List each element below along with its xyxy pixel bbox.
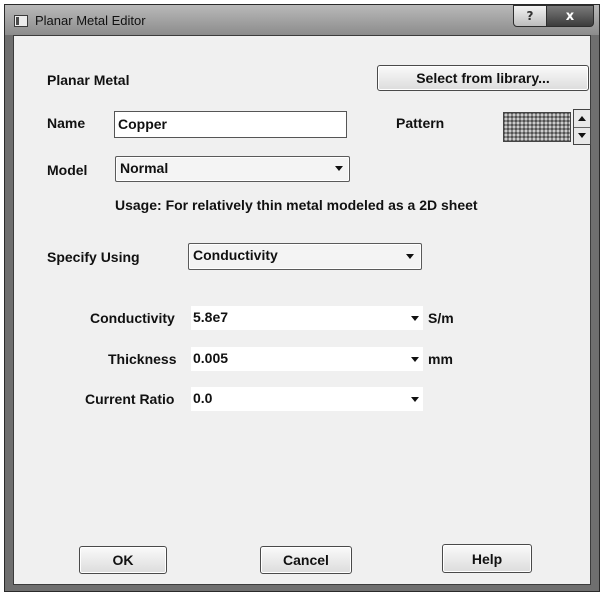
spin-up-icon xyxy=(578,116,586,121)
current-ratio-label: Current Ratio xyxy=(85,391,175,407)
conductivity-combo[interactable]: 5.8e7 xyxy=(191,306,423,330)
thickness-value: 0.005 xyxy=(193,350,229,366)
pattern-selector[interactable] xyxy=(503,109,591,145)
model-dropdown-value: Normal xyxy=(120,160,169,176)
chevron-down-icon xyxy=(411,397,419,402)
question-icon: ? xyxy=(526,9,534,23)
specify-using-value: Conductivity xyxy=(193,247,278,263)
ok-button[interactable]: OK xyxy=(79,546,167,574)
pattern-swatch[interactable] xyxy=(503,112,571,142)
conductivity-value: 5.8e7 xyxy=(193,309,229,325)
thickness-label: Thickness xyxy=(108,351,177,367)
name-input[interactable]: Copper xyxy=(114,111,347,138)
chevron-down-icon xyxy=(406,254,414,259)
select-from-library-button[interactable]: Select from library... xyxy=(377,65,589,91)
model-usage-text: Usage: For relatively thin metal modeled… xyxy=(115,197,478,213)
model-dropdown[interactable]: Normal xyxy=(115,156,350,182)
dialog-app-icon xyxy=(14,15,28,27)
spin-down-button[interactable] xyxy=(574,127,590,144)
name-label: Name xyxy=(47,115,86,131)
spin-up-button[interactable] xyxy=(574,110,590,128)
conductivity-label: Conductivity xyxy=(90,310,175,326)
title-help-button[interactable]: ? xyxy=(513,5,547,27)
help-button[interactable]: Help xyxy=(442,544,532,573)
pattern-spinner[interactable] xyxy=(573,109,591,145)
chevron-down-icon xyxy=(411,357,419,362)
specify-using-label: Specify Using xyxy=(47,249,140,265)
dialog-body: Planar Metal Select from library... Name… xyxy=(13,35,591,585)
pattern-label: Pattern xyxy=(396,115,445,131)
window-title: Planar Metal Editor xyxy=(35,13,146,28)
chevron-down-icon xyxy=(411,316,419,321)
thickness-combo[interactable]: 0.005 xyxy=(191,347,423,371)
model-label: Model xyxy=(47,162,88,178)
planar-metal-editor-window: Planar Metal Editor ? x Planar Metal Sel… xyxy=(4,4,600,592)
thickness-unit: mm xyxy=(428,351,453,367)
chevron-down-icon xyxy=(335,166,343,171)
title-close-button[interactable]: x xyxy=(546,5,594,27)
cancel-button[interactable]: Cancel xyxy=(260,546,352,574)
current-ratio-value: 0.0 xyxy=(193,390,213,406)
section-label-planar-metal: Planar Metal xyxy=(47,72,130,88)
current-ratio-combo[interactable]: 0.0 xyxy=(191,387,423,411)
specify-using-dropdown[interactable]: Conductivity xyxy=(188,243,422,270)
close-icon: x xyxy=(565,8,575,24)
title-bar[interactable]: Planar Metal Editor ? x xyxy=(5,5,599,35)
conductivity-unit: S/m xyxy=(428,310,454,326)
spin-down-icon xyxy=(578,133,586,138)
